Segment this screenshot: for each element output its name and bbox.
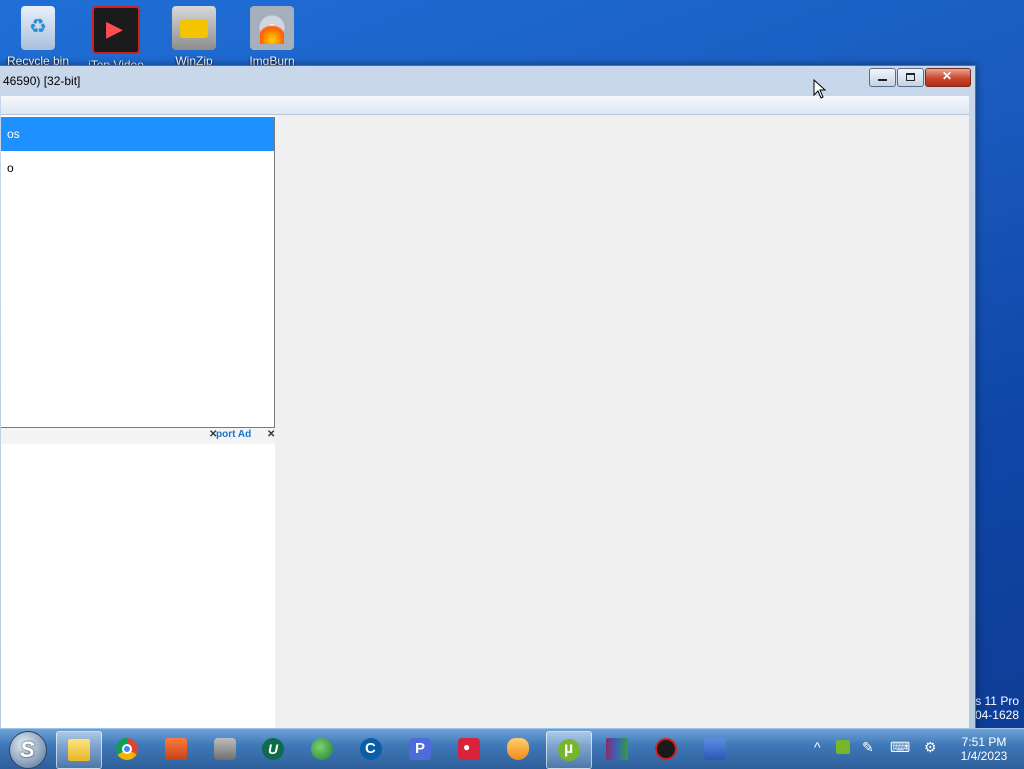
close-button[interactable] [925,68,971,87]
utorrent-tray-icon[interactable] [836,740,850,754]
taskbar-red-app[interactable] [644,731,688,767]
maximize-button[interactable] [897,68,924,87]
itop-video-icon [92,6,140,54]
category-list[interactable]: os o [1,117,275,428]
ccleaner-icon [165,738,187,760]
start-button[interactable] [6,730,48,769]
ad-bar: ✕ port Ad ✕ [1,428,275,444]
clock-time: 7:51 PM [961,735,1007,749]
recycle-bin-icon [21,6,55,50]
taskbar-screen-recorder[interactable] [447,731,491,767]
chrome-icon [116,738,138,760]
taskbar-winrar[interactable] [595,731,639,767]
file-explorer-icon [68,739,90,761]
minimize-button[interactable] [869,68,896,87]
taskbar-remote-desktop[interactable] [693,731,737,767]
window-titlebar[interactable]: 46590) [32-bit] [0,66,975,96]
taskbar-c-app[interactable] [349,731,393,767]
screen-recorder-icon [458,738,480,760]
u-app-icon [262,738,284,760]
report-ad-link[interactable]: port Ad [216,429,251,440]
taskbar-p-app[interactable] [398,731,442,767]
list-item-selected[interactable]: os [1,117,274,151]
left-panel: os o ✕ port Ad ✕ [1,115,275,731]
show-hidden-icons-chevron-icon[interactable]: ^ [814,739,821,755]
window-client-area: os o ✕ port Ad ✕ [1,115,969,731]
red-app-icon [655,738,677,760]
pen-icon[interactable]: ✎ [862,739,874,756]
globe-app-icon [311,738,333,760]
winzip-icon [172,6,216,50]
winrar-icon [606,738,628,760]
clock-date: 1/4/2023 [960,749,1008,763]
taskbar-ccleaner[interactable] [154,731,198,767]
desktop-icon-imgburn[interactable]: ImgBurn [236,6,308,68]
taskbar-globe-app[interactable] [300,731,344,767]
mouse-cursor-icon [813,79,827,99]
taskbar-clock[interactable]: 7:51 PM 1/4/2023 [954,735,1014,763]
gray-app-icon [214,738,236,760]
desktop-icon-itop-video[interactable]: iTop Video [80,6,152,72]
imgburn-icon [250,6,294,50]
caption-buttons [868,68,971,87]
desktop-icon-recycle-bin[interactable]: Recycle bin [2,6,74,68]
desktop-icon-winzip[interactable]: WinZip [158,6,230,68]
taskbar-u-app[interactable] [251,731,295,767]
p-app-icon [409,738,431,760]
c-app-icon [360,738,382,760]
list-item[interactable]: o [1,151,274,185]
taskbar-utorrent[interactable] [546,731,592,769]
taskbar: ^ ✎ ⌨ ⚙ 7:51 PM 1/4/2023 [0,728,1024,769]
utorrent-icon [558,739,580,761]
shield-app-icon [507,738,529,760]
taskbar-shield-app[interactable] [496,731,540,767]
remote-desktop-icon [704,738,726,760]
taskbar-chrome[interactable] [105,731,149,767]
taskbar-gray-app[interactable] [203,731,247,767]
taskbar-file-explorer[interactable] [56,731,102,769]
window-title: 46590) [32-bit] [3,74,81,88]
content-panel [275,115,969,731]
keyboard-icon[interactable]: ⌨ [890,739,910,756]
app-window: 46590) [32-bit] os o ✕ port Ad ✕ [0,65,976,732]
start-orb-icon [9,731,47,769]
settings-gear-icon[interactable]: ⚙ [924,739,937,756]
system-tray: ^ ✎ ⌨ ⚙ 7:51 PM 1/4/2023 [804,729,1024,769]
